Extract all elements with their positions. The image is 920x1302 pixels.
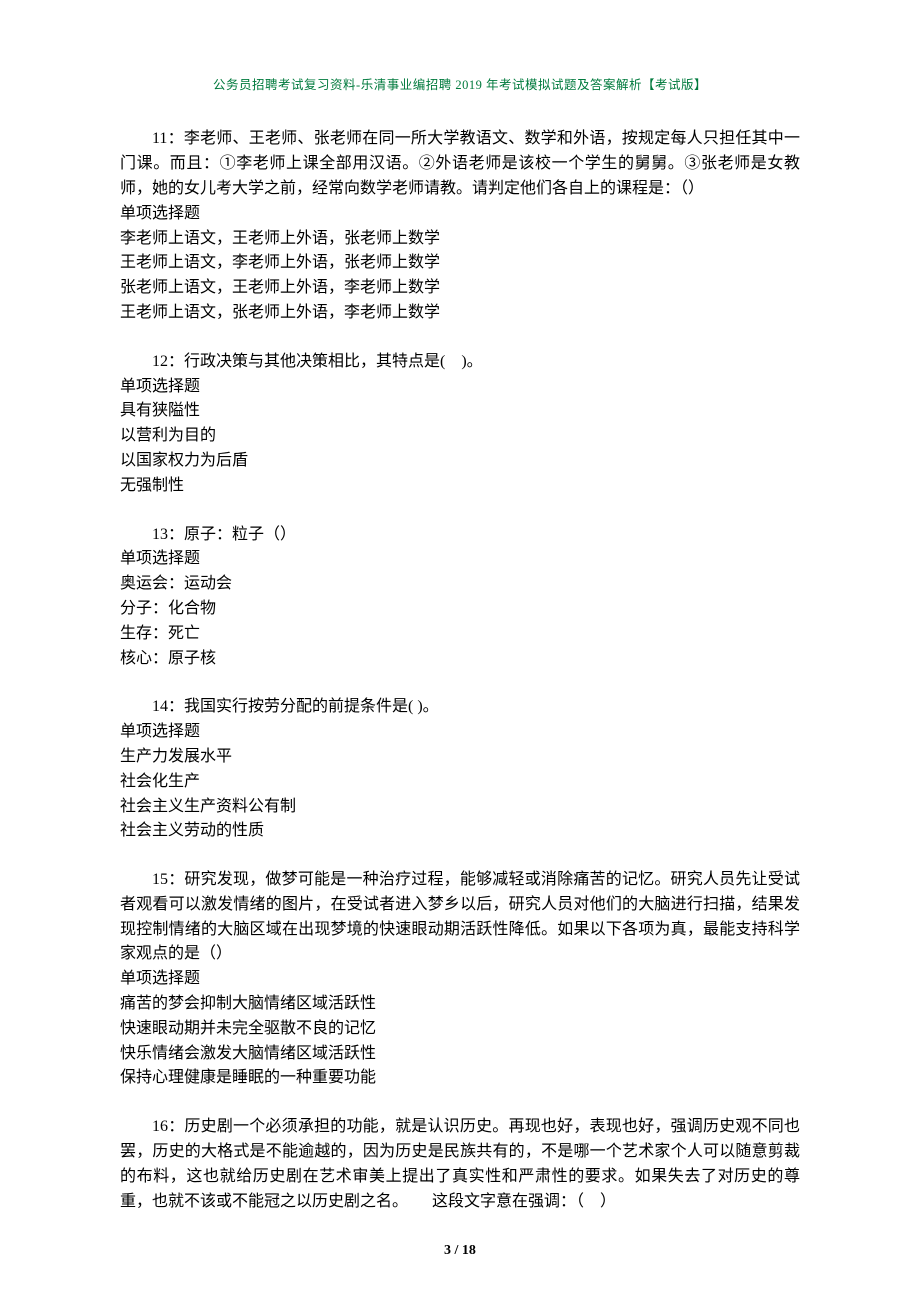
option: 社会主义生产资料公有制 xyxy=(120,795,800,820)
option: 生存：死亡 xyxy=(120,622,800,647)
option: 具有狭隘性 xyxy=(120,399,800,424)
question-type-label: 单项选择题 xyxy=(120,547,800,572)
question-stem: 16：历史剧一个必须承担的功能，就是认识历史。再现也好，表现也好，强调历史观不同… xyxy=(120,1115,800,1214)
question-16: 16：历史剧一个必须承担的功能，就是认识历史。再现也好，表现也好，强调历史观不同… xyxy=(120,1115,800,1214)
option: 社会化生产 xyxy=(120,770,800,795)
option: 分子：化合物 xyxy=(120,597,800,622)
question-stem: 13：原子：粒子（） xyxy=(120,523,800,548)
option: 快速眼动期并未完全驱散不良的记忆 xyxy=(120,1017,800,1042)
question-type-label: 单项选择题 xyxy=(120,375,800,400)
page-header: 公务员招聘考试复习资料-乐清事业编招聘 2019 年考试模拟试题及答案解析【考试… xyxy=(120,76,800,95)
question-11: 11：李老师、王老师、张老师在同一所大学教语文、数学和外语，按规定每人只担任其中… xyxy=(120,127,800,325)
page-number: 3 / 18 xyxy=(120,1240,800,1262)
option: 王老师上语文，李老师上外语，张老师上数学 xyxy=(120,251,800,276)
option: 以国家权力为后盾 xyxy=(120,449,800,474)
question-type-label: 单项选择题 xyxy=(120,202,800,227)
option: 张老师上语文，王老师上外语，李老师上数学 xyxy=(120,276,800,301)
option: 保持心理健康是睡眠的一种重要功能 xyxy=(120,1066,800,1091)
option: 王老师上语文，张老师上外语，李老师上数学 xyxy=(120,301,800,326)
option: 痛苦的梦会抑制大脑情绪区域活跃性 xyxy=(120,992,800,1017)
question-stem: 14：我国实行按劳分配的前提条件是( )。 xyxy=(120,695,800,720)
option: 奥运会：运动会 xyxy=(120,572,800,597)
question-15: 15：研究发现，做梦可能是一种治疗过程，能够减轻或消除痛苦的记忆。研究人员先让受… xyxy=(120,868,800,1091)
option: 快乐情绪会激发大脑情绪区域活跃性 xyxy=(120,1042,800,1067)
option: 核心：原子核 xyxy=(120,647,800,672)
option: 社会主义劳动的性质 xyxy=(120,819,800,844)
option: 以营利为目的 xyxy=(120,424,800,449)
question-14: 14：我国实行按劳分配的前提条件是( )。 单项选择题 生产力发展水平 社会化生… xyxy=(120,695,800,844)
option: 李老师上语文，王老师上外语，张老师上数学 xyxy=(120,227,800,252)
question-stem: 11：李老师、王老师、张老师在同一所大学教语文、数学和外语，按规定每人只担任其中… xyxy=(120,127,800,201)
question-type-label: 单项选择题 xyxy=(120,967,800,992)
question-13: 13：原子：粒子（） 单项选择题 奥运会：运动会 分子：化合物 生存：死亡 核心… xyxy=(120,523,800,672)
option: 无强制性 xyxy=(120,474,800,499)
question-12: 12：行政决策与其他决策相比，其特点是( )。 单项选择题 具有狭隘性 以营利为… xyxy=(120,350,800,499)
option: 生产力发展水平 xyxy=(120,745,800,770)
question-type-label: 单项选择题 xyxy=(120,720,800,745)
question-stem: 12：行政决策与其他决策相比，其特点是( )。 xyxy=(120,350,800,375)
question-stem: 15：研究发现，做梦可能是一种治疗过程，能够减轻或消除痛苦的记忆。研究人员先让受… xyxy=(120,868,800,967)
